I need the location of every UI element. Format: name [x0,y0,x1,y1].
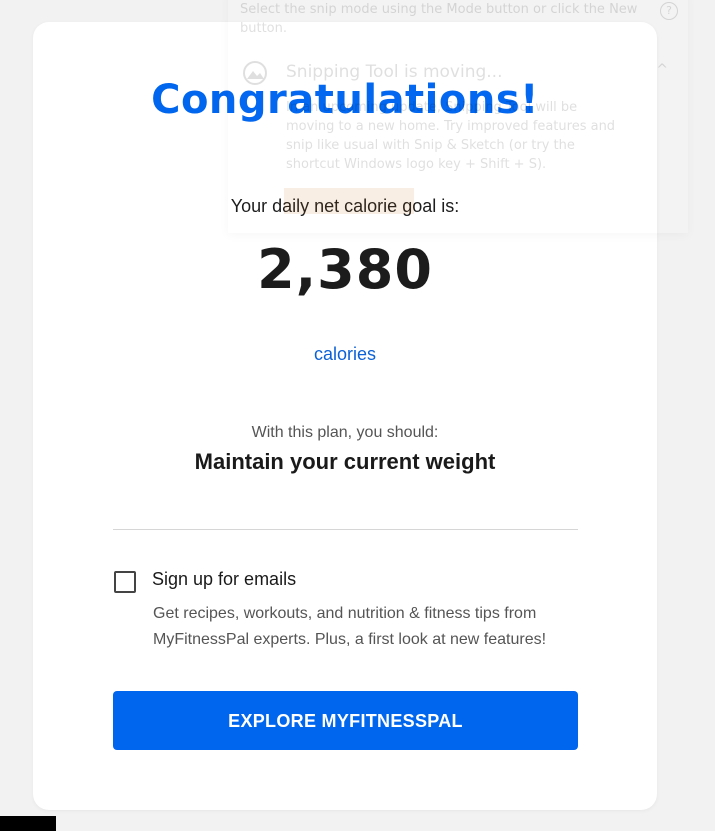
email-opt-in-checkbox[interactable] [114,571,136,593]
chevron-up-icon[interactable]: ^ [656,62,668,78]
help-icon[interactable]: ? [660,2,678,20]
email-opt-in-label[interactable]: Sign up for emails [152,567,296,591]
calorie-goal-value: 2,380 [257,238,433,301]
dialog-title: Congratulations! [151,77,539,123]
plan-label: With this plan, you should: [251,424,439,441]
email-opt-in: Sign up for emails Get recipes, workouts… [113,567,583,657]
email-opt-in-description: Get recipes, workouts, and nutrition & f… [153,605,547,648]
explore-myfitnesspal-button[interactable]: EXPLORE MYFITNESSPAL [113,691,578,750]
plan-value: Maintain your current weight [194,449,496,474]
calorie-goal-label: Your daily net calorie goal is: [230,196,460,216]
calorie-goal-unit: calories [313,344,377,364]
congrats-dialog: Congratulations! Your daily net calorie … [33,22,657,810]
divider [113,529,578,530]
taskbar-corner [0,816,56,831]
